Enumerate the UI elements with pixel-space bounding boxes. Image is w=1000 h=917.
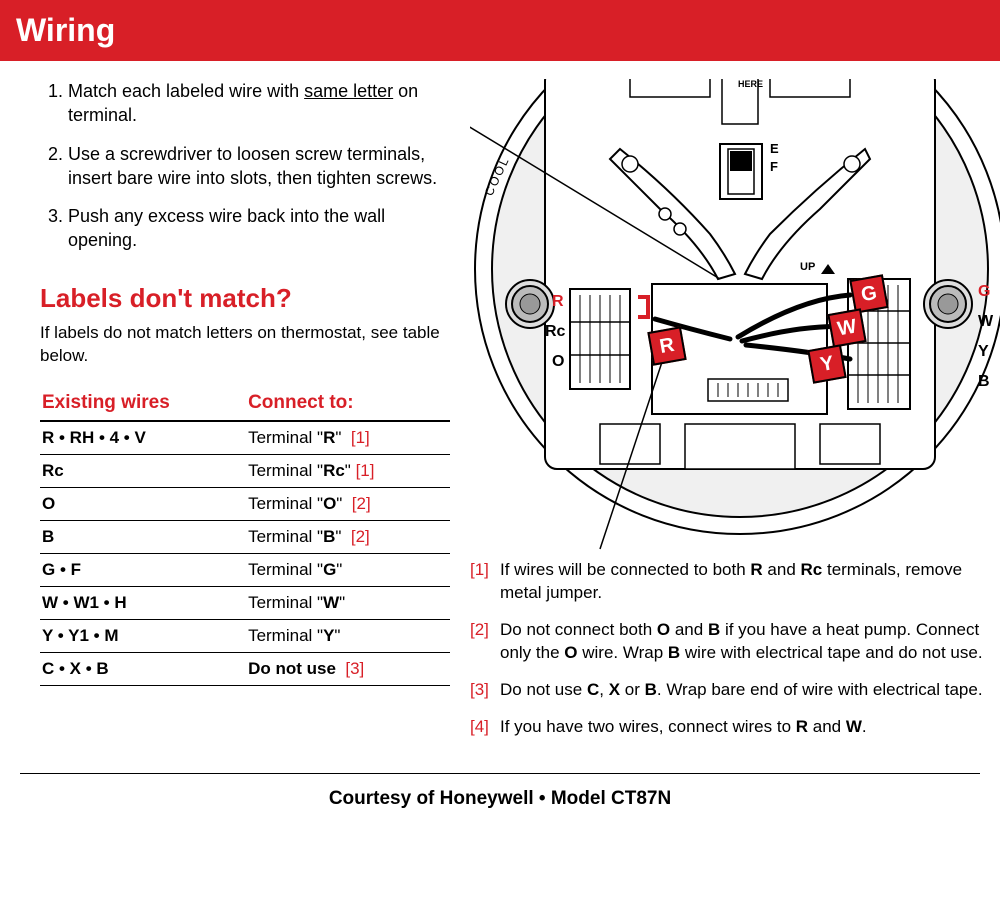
term-label-y: Y: [978, 343, 989, 361]
cell-ex: C • X • B: [40, 652, 246, 685]
term-label-g: G: [978, 283, 990, 301]
footnote-2: [2] Do not connect both O and B if you h…: [470, 619, 1000, 665]
wire-tag-w: W: [827, 308, 866, 347]
cell-conn: Terminal "O" [2]: [246, 487, 450, 520]
table-row: Rc Terminal "Rc" [1]: [40, 454, 450, 487]
content-grid: Match each labeled wire with same letter…: [0, 79, 1000, 763]
step1-a: Match each labeled wire with: [68, 81, 304, 101]
footnote-text: If you have two wires, connect wires to …: [500, 716, 1000, 739]
cell-conn: Terminal "Y": [246, 619, 450, 652]
term-label-b: B: [978, 373, 990, 391]
wiring-table: Existing wires Connect to: R • RH • 4 • …: [40, 386, 450, 686]
table-row: R • RH • 4 • V Terminal "R" [1]: [40, 421, 450, 455]
nomatch-sub: If labels do not match letters on thermo…: [40, 322, 450, 368]
header-bar: Wiring: [0, 0, 1000, 61]
label-e: E: [770, 141, 779, 156]
diagram-svg: [470, 79, 1000, 559]
cell-ex: B: [40, 520, 246, 553]
cell-conn: Terminal "B" [2]: [246, 520, 450, 553]
table-row: C • X • B Do not use [3]: [40, 652, 450, 685]
table-row: G • F Terminal "G": [40, 553, 450, 586]
label-f: F: [770, 159, 778, 174]
th-existing: Existing wires: [40, 386, 246, 421]
footnote-num: [3]: [470, 679, 500, 702]
cell-conn: Terminal "Rc" [1]: [246, 454, 450, 487]
label-up: UP: [800, 261, 815, 273]
cell-ex: Rc: [40, 454, 246, 487]
footnote-text: If wires will be connected to both R and…: [500, 559, 1000, 605]
instruction-step-1: Match each labeled wire with same letter…: [68, 79, 450, 128]
cell-conn: Terminal "R" [1]: [246, 421, 450, 455]
cell-ex: O: [40, 487, 246, 520]
cell-ex: G • F: [40, 553, 246, 586]
nomatch-heading: Labels don't match?: [40, 283, 450, 314]
footnote-text: Do not connect both O and B if you have …: [500, 619, 1000, 665]
wire-tag-g: G: [849, 274, 888, 313]
page-title: Wiring: [16, 12, 984, 49]
footnote-num: [1]: [470, 559, 500, 605]
term-label-w: W: [978, 313, 993, 331]
wire-tag-r: R: [647, 326, 686, 365]
wire-tag-y: Y: [807, 344, 846, 383]
cell-conn: Do not use [3]: [246, 652, 450, 685]
table-row: Y • Y1 • M Terminal "Y": [40, 619, 450, 652]
footnote-num: [4]: [470, 716, 500, 739]
cell-ex: Y • Y1 • M: [40, 619, 246, 652]
cell-conn: Terminal "G": [246, 553, 450, 586]
footnote-text: Do not use C, X or B. Wrap bare end of w…: [500, 679, 1000, 702]
step1-b: same letter: [304, 81, 393, 101]
instruction-list: Match each labeled wire with same letter…: [40, 79, 450, 253]
cell-ex: W • W1 • H: [40, 586, 246, 619]
footnote-num: [2]: [470, 619, 500, 665]
cell-ex: R • RH • 4 • V: [40, 421, 246, 455]
left-column: Match each labeled wire with same letter…: [40, 79, 460, 753]
th-connect: Connect to:: [246, 386, 450, 421]
footnote-3: [3] Do not use C, X or B. Wrap bare end …: [470, 679, 1000, 702]
cell-conn: Terminal "W": [246, 586, 450, 619]
footnotes: [1] If wires will be connected to both R…: [470, 559, 1000, 739]
footer-credit: Courtesy of Honeywell • Model CT87N: [0, 774, 1000, 830]
table-row: W • W1 • H Terminal "W": [40, 586, 450, 619]
instruction-step-2: Use a screwdriver to loosen screw termin…: [68, 142, 450, 191]
instruction-step-3: Push any excess wire back into the wall …: [68, 204, 450, 253]
term-label-r: R: [552, 293, 564, 311]
term-label-o: O: [552, 353, 564, 371]
term-label-rc: Rc: [545, 323, 565, 341]
footnote-4: [4] If you have two wires, connect wires…: [470, 716, 1000, 739]
table-row: B Terminal "B" [2]: [40, 520, 450, 553]
right-column: R G W Y R Rc O G W Y B E F UP HERE COOL …: [460, 79, 1000, 753]
footnote-1: [1] If wires will be connected to both R…: [470, 559, 1000, 605]
table-row: O Terminal "O" [2]: [40, 487, 450, 520]
thermostat-diagram: R G W Y R Rc O G W Y B E F UP HERE COOL: [470, 79, 1000, 559]
label-here: HERE: [738, 79, 763, 89]
